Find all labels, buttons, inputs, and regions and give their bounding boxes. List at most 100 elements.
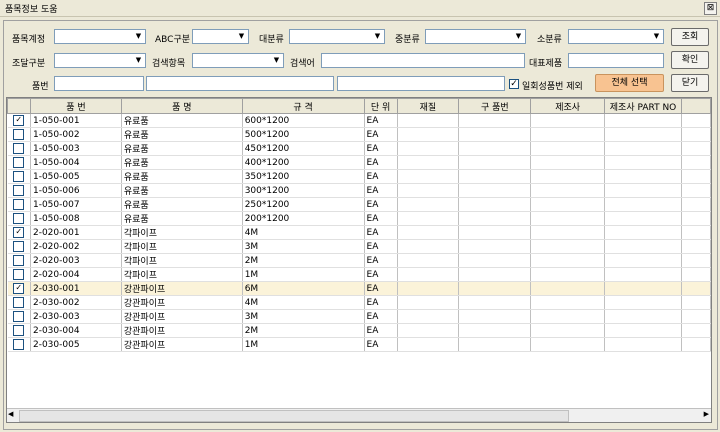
close-button[interactable]: 닫기: [671, 74, 709, 92]
header-material[interactable]: 재질: [396, 98, 460, 114]
row-checkbox[interactable]: [13, 339, 25, 350]
material-cell[interactable]: [397, 141, 460, 156]
table-row[interactable]: 2-020-002 각파이프 3M EA: [7, 239, 711, 254]
maker-cell[interactable]: [530, 337, 606, 352]
spec-cell[interactable]: 4M: [242, 225, 365, 240]
maker-cell[interactable]: [530, 155, 606, 170]
old-item-no-cell[interactable]: [458, 113, 532, 128]
row-checkbox[interactable]: ✓: [13, 283, 25, 294]
material-cell[interactable]: [397, 239, 460, 254]
table-row[interactable]: 1-050-008 유료품 200*1200 EA: [7, 211, 711, 226]
old-item-no-cell[interactable]: [458, 197, 532, 212]
old-item-no-cell[interactable]: [458, 267, 532, 282]
row-checkbox-cell[interactable]: ✓: [7, 225, 31, 240]
unit-cell[interactable]: EA: [364, 323, 398, 338]
row-checkbox[interactable]: [13, 213, 25, 224]
row-checkbox-cell[interactable]: [7, 253, 31, 268]
maker-part-no-cell[interactable]: [604, 239, 682, 254]
row-checkbox-cell[interactable]: [7, 197, 31, 212]
unit-cell[interactable]: EA: [364, 239, 398, 254]
spec-cell[interactable]: 1M: [242, 267, 365, 282]
material-cell[interactable]: [397, 225, 460, 240]
item-no-cell[interactable]: 2-020-001: [30, 225, 122, 240]
confirm-button[interactable]: 확인: [671, 51, 709, 69]
maker-part-no-cell[interactable]: [604, 113, 682, 128]
maker-cell[interactable]: [530, 141, 606, 156]
old-item-no-cell[interactable]: [458, 281, 532, 296]
extra-cell[interactable]: [681, 197, 711, 212]
material-cell[interactable]: [397, 197, 460, 212]
maker-cell[interactable]: [530, 127, 606, 142]
material-cell[interactable]: [397, 169, 460, 184]
table-row[interactable]: 1-050-004 유료품 400*1200 EA: [7, 155, 711, 170]
maker-part-no-cell[interactable]: [604, 169, 682, 184]
item-no-cell[interactable]: 2-020-004: [30, 267, 122, 282]
table-row[interactable]: 2-020-004 각파이프 1M EA: [7, 267, 711, 282]
row-checkbox[interactable]: [13, 157, 25, 168]
search-item-combo[interactable]: ▼: [192, 53, 284, 68]
table-row[interactable]: 1-050-006 유료품 300*1200 EA: [7, 183, 711, 198]
header-item-no[interactable]: 품 번: [29, 98, 122, 114]
extra-cell[interactable]: [681, 155, 711, 170]
select-all-button[interactable]: 전체 선택: [595, 74, 664, 92]
row-checkbox[interactable]: [13, 325, 25, 336]
item-name-cell[interactable]: 유료품: [121, 211, 243, 226]
old-item-no-cell[interactable]: [458, 183, 532, 198]
extra-cell[interactable]: [681, 323, 711, 338]
row-checkbox-cell[interactable]: [7, 183, 31, 198]
maker-cell[interactable]: [530, 323, 606, 338]
maker-part-no-cell[interactable]: [604, 281, 682, 296]
item-no-input-2[interactable]: [146, 76, 334, 91]
row-checkbox[interactable]: [13, 143, 25, 154]
maker-cell[interactable]: [530, 113, 606, 128]
row-checkbox-cell[interactable]: [7, 323, 31, 338]
item-name-cell[interactable]: 유료품: [121, 141, 243, 156]
item-no-cell[interactable]: 2-030-001: [30, 281, 122, 296]
extra-cell[interactable]: [681, 295, 711, 310]
extra-cell[interactable]: [681, 141, 711, 156]
row-checkbox[interactable]: [13, 297, 25, 308]
row-checkbox[interactable]: [13, 269, 25, 280]
spec-cell[interactable]: 3M: [242, 309, 365, 324]
header-old-item-no[interactable]: 구 품번: [458, 98, 532, 114]
unit-cell[interactable]: EA: [364, 141, 398, 156]
header-spec[interactable]: 규 격: [241, 98, 365, 114]
maker-part-no-cell[interactable]: [604, 267, 682, 282]
maker-part-no-cell[interactable]: [604, 183, 682, 198]
item-name-cell[interactable]: 유료품: [121, 127, 243, 142]
row-checkbox[interactable]: ✓: [13, 115, 25, 126]
table-row[interactable]: 1-050-002 유료품 500*1200 EA: [7, 127, 711, 142]
extra-cell[interactable]: [681, 253, 711, 268]
header-item-name[interactable]: 품 명: [120, 98, 243, 114]
spec-cell[interactable]: 450*1200: [242, 141, 365, 156]
exclude-checkbox[interactable]: ✓: [509, 79, 519, 89]
item-name-cell[interactable]: 유료품: [121, 197, 243, 212]
minor-combo[interactable]: ▼: [568, 29, 664, 44]
row-checkbox[interactable]: [13, 185, 25, 196]
table-row[interactable]: 2-030-003 강관파이프 3M EA: [7, 309, 711, 324]
material-cell[interactable]: [397, 211, 460, 226]
row-checkbox-cell[interactable]: [7, 239, 31, 254]
item-name-cell[interactable]: 강관파이프: [121, 337, 243, 352]
item-name-cell[interactable]: 유료품: [121, 169, 243, 184]
maker-part-no-cell[interactable]: [604, 141, 682, 156]
middle-combo[interactable]: ▼: [425, 29, 526, 44]
row-checkbox-cell[interactable]: [7, 169, 31, 184]
item-type-combo[interactable]: ▼: [54, 29, 146, 44]
old-item-no-cell[interactable]: [458, 309, 532, 324]
spec-cell[interactable]: 350*1200: [242, 169, 365, 184]
header-unit[interactable]: 단 위: [363, 98, 398, 114]
maker-part-no-cell[interactable]: [604, 155, 682, 170]
old-item-no-cell[interactable]: [458, 155, 532, 170]
row-checkbox[interactable]: [13, 171, 25, 182]
old-item-no-cell[interactable]: [458, 253, 532, 268]
unit-cell[interactable]: EA: [364, 183, 398, 198]
maker-part-no-cell[interactable]: [604, 211, 682, 226]
material-cell[interactable]: [397, 183, 460, 198]
item-name-cell[interactable]: 강관파이프: [121, 281, 243, 296]
spec-cell[interactable]: 250*1200: [242, 197, 365, 212]
table-row[interactable]: 2-030-005 강관파이프 1M EA: [7, 337, 711, 352]
extra-cell[interactable]: [681, 309, 711, 324]
scroll-thumb[interactable]: [19, 410, 569, 422]
material-cell[interactable]: [397, 155, 460, 170]
